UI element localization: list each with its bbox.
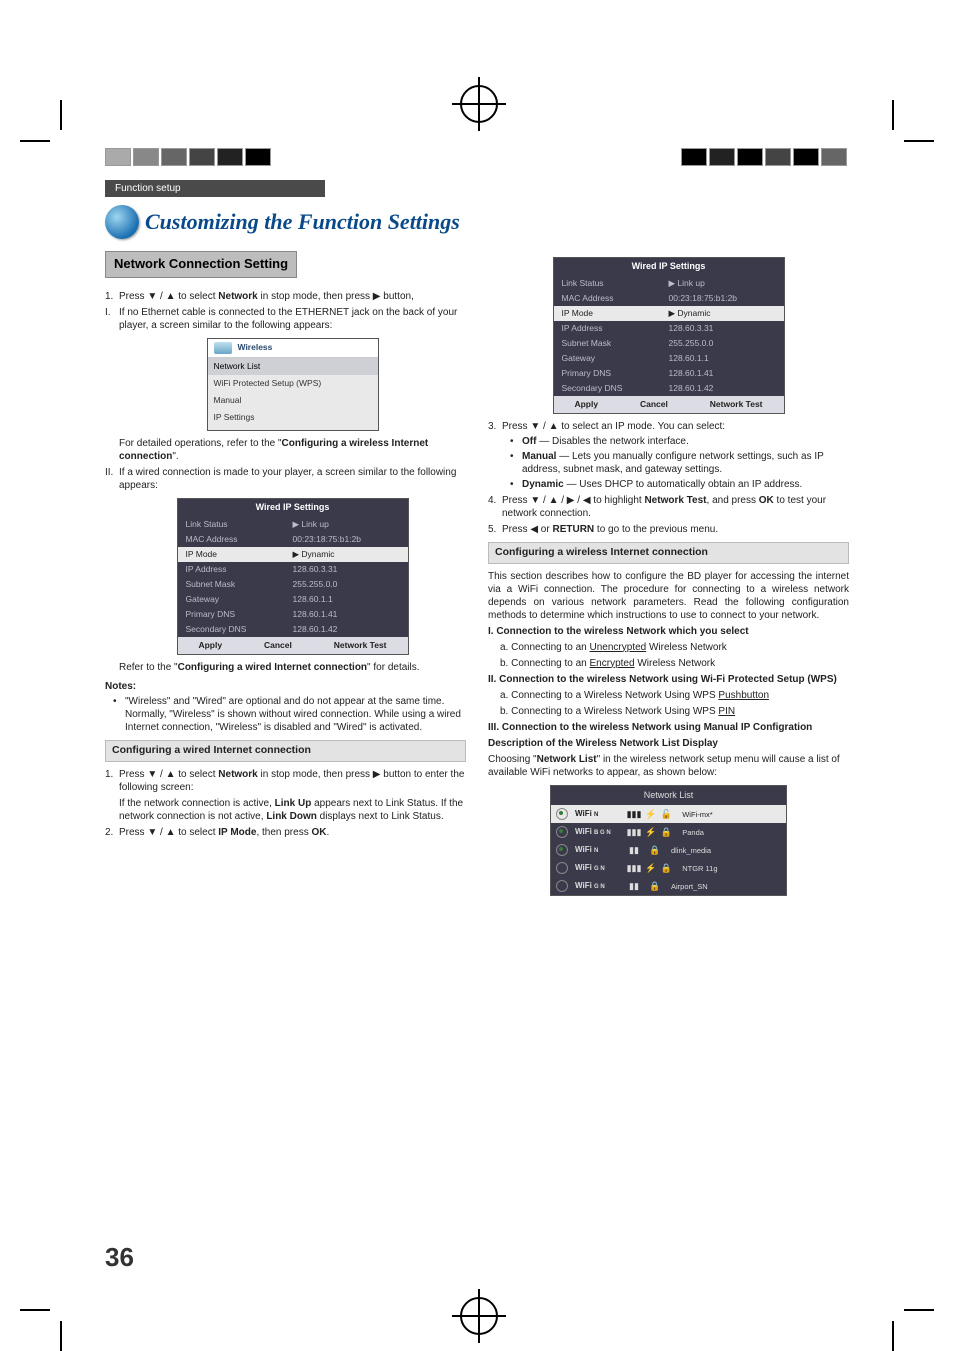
menu-item: Network List bbox=[208, 358, 378, 375]
step-4: 4. Press ▼ / ▲ / ▶ / ◀ to highlight Netw… bbox=[488, 494, 849, 520]
wired-ip-screenshot: Wired IP Settings Link Status▶ Link upMA… bbox=[553, 257, 785, 414]
menu-item: IP Settings bbox=[208, 409, 378, 426]
note-item: "Wireless" and "Wired" are optional and … bbox=[117, 695, 466, 734]
network-test-button: Network Test bbox=[710, 399, 763, 410]
cancel-button: Cancel bbox=[264, 640, 292, 651]
crop-mark bbox=[864, 1281, 894, 1311]
ip-settings-row: Secondary DNS128.60.1.42 bbox=[178, 622, 408, 637]
ip-mode-option: Off — Disables the network interface. bbox=[514, 435, 849, 448]
network-list-row: WiFi N▮▮▮⚡🔓WiFi-mx* bbox=[551, 805, 786, 823]
ip-settings-row: IP Mode▶ Dynamic bbox=[554, 306, 784, 321]
bullet-icon bbox=[105, 205, 139, 239]
ip-settings-row: Subnet Mask255.255.0.0 bbox=[554, 336, 784, 351]
wps-icon: ⚡ bbox=[645, 863, 656, 875]
lock-icon: 🔒 bbox=[649, 845, 661, 857]
wireless-icon bbox=[214, 342, 232, 354]
ip-settings-row: Gateway128.60.1.1 bbox=[178, 592, 408, 607]
network-list-row: WiFi G N▮▮🔒Airport_SN bbox=[551, 877, 786, 895]
ip-settings-row: Secondary DNS128.60.1.42 bbox=[554, 381, 784, 396]
step-5: 5. Press ◀ or RETURN to go to the previo… bbox=[488, 523, 849, 536]
step-1: 1. Press ▼ / ▲ to select Network in stop… bbox=[105, 290, 466, 303]
page-title: Customizing the Function Settings bbox=[145, 208, 460, 237]
network-list-row: WiFi G N▮▮▮⚡🔒NTGR 11g bbox=[551, 859, 786, 877]
radio-icon bbox=[556, 826, 568, 838]
wl-section-III: III. Connection to the wireless Network … bbox=[488, 721, 849, 734]
network-list-row: WiFi N▮▮🔒dlink_media bbox=[551, 841, 786, 859]
ip-settings-row: Link Status▶ Link up bbox=[178, 517, 408, 532]
signal-icon: ▮▮▮ bbox=[627, 809, 641, 821]
lock-icon: 🔓 bbox=[660, 809, 672, 821]
wireless-menu-screenshot: Wireless Network List WiFi Protected Set… bbox=[207, 338, 379, 431]
desc-heading: Description of the Wireless Network List… bbox=[488, 737, 849, 750]
step-I: I. If no Ethernet cable is connected to … bbox=[105, 306, 466, 463]
signal-icon: ▮▮▮ bbox=[627, 827, 641, 839]
ip-settings-row: Gateway128.60.1.1 bbox=[554, 351, 784, 366]
radio-icon bbox=[556, 808, 568, 820]
signal-icon: ▮▮▮ bbox=[627, 863, 641, 875]
wired-ip-screenshot: Wired IP Settings Link Status▶ Link upMA… bbox=[177, 498, 409, 655]
network-list-screenshot: Network List WiFi N▮▮▮⚡🔓WiFi-mx*WiFi B G… bbox=[550, 785, 787, 897]
ip-settings-row: Subnet Mask255.255.0.0 bbox=[178, 577, 408, 592]
wl-section-II: II. Connection to the wireless Network u… bbox=[488, 673, 849, 686]
notes-heading: Notes: bbox=[105, 680, 466, 693]
menu-item: Manual bbox=[208, 392, 378, 409]
ip-settings-row: IP Address128.60.3.31 bbox=[554, 321, 784, 336]
page-number: 36 bbox=[105, 1241, 134, 1275]
registration-target-top bbox=[460, 85, 498, 123]
ip-settings-row: MAC Address00:23:18:75:b1:2b bbox=[178, 532, 408, 547]
radio-icon bbox=[556, 844, 568, 856]
lock-icon: 🔒 bbox=[660, 827, 672, 839]
signal-icon: ▮▮ bbox=[627, 845, 641, 857]
menu-item: WiFi Protected Setup (WPS) bbox=[208, 375, 378, 392]
wps-icon: ⚡ bbox=[645, 809, 656, 821]
color-bar-right bbox=[681, 148, 849, 166]
apply-button: Apply bbox=[198, 640, 222, 651]
crop-mark bbox=[60, 140, 90, 170]
cancel-button: Cancel bbox=[640, 399, 668, 410]
network-list-row: WiFi B G N▮▮▮⚡🔒Panda bbox=[551, 823, 786, 841]
lock-icon: 🔒 bbox=[660, 863, 672, 875]
ip-settings-row: MAC Address00:23:18:75:b1:2b bbox=[554, 291, 784, 306]
radio-icon bbox=[556, 880, 568, 892]
wl-section-I: I. Connection to the wireless Network wh… bbox=[488, 625, 849, 638]
step-3: 3. Press ▼ / ▲ to select an IP mode. You… bbox=[488, 420, 849, 491]
crop-mark bbox=[864, 140, 894, 170]
ip-settings-row: Link Status▶ Link up bbox=[554, 276, 784, 291]
radio-icon bbox=[556, 862, 568, 874]
registration-target-bottom bbox=[460, 1297, 498, 1335]
ip-settings-row: IP Address128.60.3.31 bbox=[178, 562, 408, 577]
crop-mark bbox=[60, 1281, 90, 1311]
signal-icon: ▮▮ bbox=[627, 881, 641, 893]
section-title: Network Connection Setting bbox=[105, 251, 297, 278]
apply-button: Apply bbox=[574, 399, 598, 410]
subsection-heading: Configuring a wired Internet connection bbox=[105, 740, 466, 762]
ip-settings-row: Primary DNS128.60.1.41 bbox=[178, 607, 408, 622]
subsection-heading: Configuring a wireless Internet connecti… bbox=[488, 542, 849, 564]
ip-settings-row: IP Mode▶ Dynamic bbox=[178, 547, 408, 562]
wps-icon: ⚡ bbox=[645, 827, 656, 839]
wired-step-2: 2. Press ▼ / ▲ to select IP Mode, then p… bbox=[105, 826, 466, 839]
page-title-row: Customizing the Function Settings bbox=[105, 205, 849, 239]
network-test-button: Network Test bbox=[334, 640, 387, 651]
step-II: II. If a wired connection is made to you… bbox=[105, 466, 466, 674]
wireless-intro: This section describes how to configure … bbox=[488, 570, 849, 622]
content-area: Function setup Customizing the Function … bbox=[105, 180, 849, 1271]
lock-icon: 🔒 bbox=[649, 881, 661, 893]
right-column: Wired IP Settings Link Status▶ Link upMA… bbox=[488, 251, 849, 902]
breadcrumb: Function setup bbox=[105, 180, 325, 197]
ip-mode-option: Dynamic — Uses DHCP to automatically obt… bbox=[514, 478, 849, 491]
left-column: Network Connection Setting 1. Press ▼ / … bbox=[105, 251, 466, 902]
manual-page: Function setup Customizing the Function … bbox=[0, 0, 954, 1351]
color-bar-left bbox=[105, 148, 273, 166]
ip-mode-option: Manual — Lets you manually configure net… bbox=[514, 450, 849, 476]
ip-settings-row: Primary DNS128.60.1.41 bbox=[554, 366, 784, 381]
wired-step-1: 1. Press ▼ / ▲ to select Network in stop… bbox=[105, 768, 466, 823]
